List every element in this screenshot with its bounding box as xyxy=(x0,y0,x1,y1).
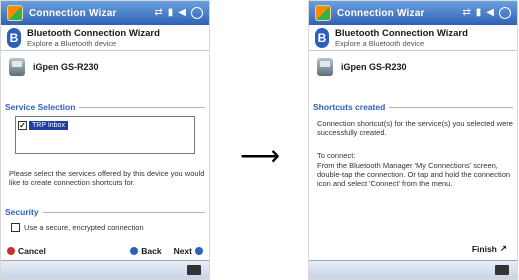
secure-checkbox[interactable] xyxy=(11,222,20,232)
service-list-item[interactable]: ✓ TRP Inbox xyxy=(18,119,68,131)
keyboard-icon[interactable] xyxy=(187,265,201,275)
wizard-title: Bluetooth Connection Wizard xyxy=(27,27,160,39)
section-divider xyxy=(389,106,513,108)
service-selection-section: Service Selection xyxy=(5,101,205,113)
service-selection-label: Service Selection xyxy=(5,102,76,112)
finish-label: Finish xyxy=(471,243,497,254)
navigation-row: Cancel Back Next xyxy=(1,243,209,259)
back-label: Back xyxy=(141,246,162,256)
wizard-header: B Bluetooth Connection Wizard Explore a … xyxy=(309,25,517,51)
wizard-header: B Bluetooth Connection Wizard Explore a … xyxy=(1,25,209,51)
wizard-screen-shortcuts-created: Connection Wizar ⇄ ▮ ◀ B Bluetooth Conne… xyxy=(308,0,518,280)
volume-icon[interactable]: ◀ xyxy=(486,8,494,18)
service-checkbox[interactable]: ✓ xyxy=(18,120,27,130)
clock-icon[interactable] xyxy=(499,7,511,19)
signal-icon[interactable]: ▮ xyxy=(476,8,482,18)
to-connect-heading: To connect: xyxy=(317,151,356,160)
bluetooth-icon: B xyxy=(315,27,329,48)
service-list[interactable]: ✓ TRP Inbox xyxy=(15,116,195,154)
secure-label: Use a secure, encrypted connection xyxy=(24,222,144,232)
signal-icon[interactable]: ▮ xyxy=(168,8,174,18)
device-name: iGpen GS-R230 xyxy=(33,62,99,72)
security-label: Security xyxy=(5,207,39,217)
security-section: Security xyxy=(5,206,205,218)
start-menu-icon[interactable] xyxy=(315,5,331,21)
bluetooth-icon: B xyxy=(7,27,21,48)
transition-arrow-icon: ⟶ xyxy=(240,140,281,171)
title-bar: Connection Wizar ⇄ ▮ ◀ xyxy=(309,1,517,25)
title-bar: Connection Wizar ⇄ ▮ ◀ xyxy=(1,1,209,25)
wizard-subtitle: Explore a Bluetooth device xyxy=(335,38,425,48)
next-icon xyxy=(195,247,203,255)
cancel-button[interactable]: Cancel xyxy=(7,246,46,256)
clock-icon[interactable] xyxy=(191,7,203,19)
shortcuts-created-label: Shortcuts created xyxy=(313,102,386,112)
connectivity-icon[interactable]: ⇄ xyxy=(154,8,162,18)
back-button[interactable]: Back xyxy=(130,246,162,256)
section-divider xyxy=(42,211,205,213)
status-icons: ⇄ ▮ ◀ xyxy=(154,7,203,19)
device-row: iGpen GS-R230 xyxy=(9,57,199,77)
secure-connection-row[interactable]: Use a secure, encrypted connection xyxy=(11,221,144,233)
finish-button[interactable]: Finish ↗ xyxy=(472,243,507,254)
cancel-icon xyxy=(7,247,15,255)
service-label: TRP Inbox xyxy=(29,120,68,130)
device-row: iGpen GS-R230 xyxy=(317,57,507,77)
section-divider xyxy=(79,106,205,108)
finish-arrow-icon: ↗ xyxy=(499,243,507,253)
device-icon xyxy=(317,58,333,76)
back-icon xyxy=(130,247,139,255)
connect-instructions: From the Bluetooth Manager 'My Connectio… xyxy=(317,161,511,188)
window-title: Connection Wizar xyxy=(29,7,117,19)
status-icons: ⇄ ▮ ◀ xyxy=(462,7,511,19)
device-name: iGpen GS-R230 xyxy=(341,62,407,72)
connectivity-icon[interactable]: ⇄ xyxy=(462,8,470,18)
menu-bar xyxy=(1,260,209,279)
cancel-label: Cancel xyxy=(18,246,46,256)
window-title: Connection Wizar xyxy=(337,7,425,19)
next-label: Next xyxy=(173,246,192,256)
wizard-title: Bluetooth Connection Wizard xyxy=(335,27,468,39)
wizard-screen-service-selection: Connection Wizar ⇄ ▮ ◀ B Bluetooth Conne… xyxy=(0,0,210,280)
keyboard-icon[interactable] xyxy=(495,265,509,275)
menu-bar xyxy=(309,260,517,279)
device-icon xyxy=(9,58,25,76)
created-text: Connection shortcut(s) for the service(s… xyxy=(317,119,513,137)
next-button[interactable]: Next xyxy=(174,246,203,256)
shortcuts-created-section: Shortcuts created xyxy=(313,101,513,113)
volume-icon[interactable]: ◀ xyxy=(178,8,186,18)
start-menu-icon[interactable] xyxy=(7,5,23,21)
instructions-text: Please select the services offered by th… xyxy=(9,169,205,187)
wizard-subtitle: Explore a Bluetooth device xyxy=(27,38,117,48)
